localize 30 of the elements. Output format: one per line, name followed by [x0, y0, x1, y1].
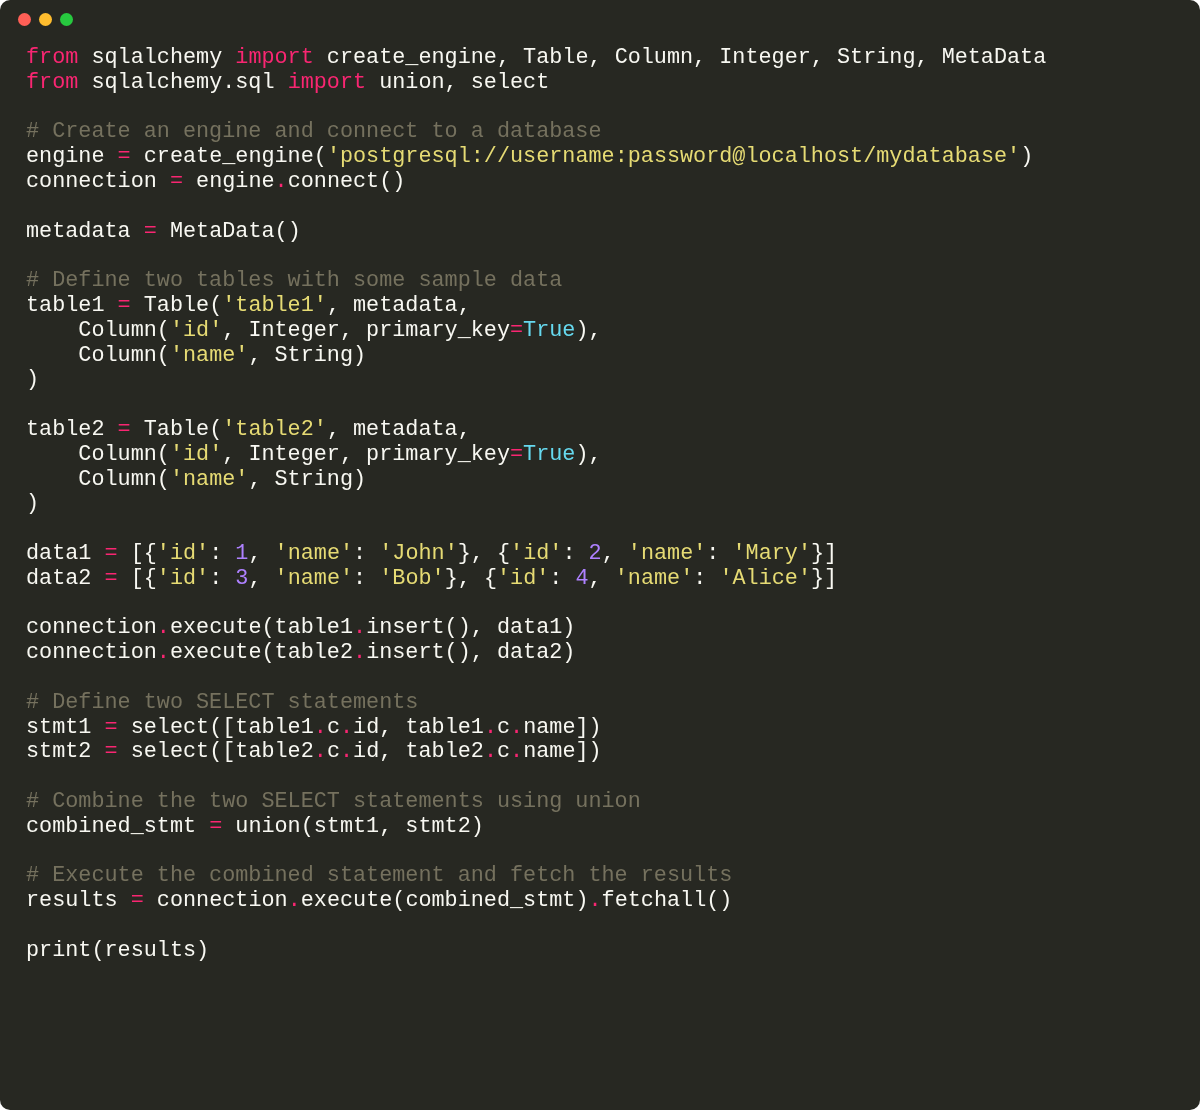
code-line: table1 = Table('table1', metadata,: [26, 293, 471, 319]
code-line: stmt1 = select([table1.c.id, table1.c.name]): [26, 715, 602, 741]
code-comment: # Define two tables with some sample data: [26, 269, 563, 294]
code-line: ): [26, 492, 40, 518]
code-line: connection.execute(table1.insert(), data1): [26, 616, 576, 642]
code-line: data1 = [{'id': 1, 'name': 'John'}, {'id': 2, 'name': 'Mary'}]: [26, 541, 838, 567]
minimize-button[interactable]: [39, 13, 52, 26]
code-line: Column('name', String): [77, 467, 367, 493]
close-button[interactable]: [18, 13, 31, 26]
code-line: connection = engine.connect(): [26, 170, 406, 195]
code-line: metadata = MetaData(): [26, 219, 301, 245]
code-comment: # Define two SELECT statements: [26, 690, 419, 716]
code-line: from sqlalchemy.sql import union, select: [26, 70, 550, 96]
code-line: combined_stmt = union(stmt1, stmt2): [26, 814, 484, 840]
code-comment: # Create an engine and connect to a database: [26, 120, 602, 146]
code-line: ): [26, 368, 40, 394]
maximize-button[interactable]: [60, 13, 73, 26]
code-line: Column('id', Integer, primary_key=True),: [77, 442, 602, 468]
code-line: stmt2 = select([table2.c.id, table2.c.name]): [26, 740, 602, 766]
code-line: Column('id', Integer, primary_key=True),: [77, 318, 602, 344]
code-comment: # Combine the two SELECT statements using union: [26, 789, 641, 815]
code-line: from sqlalchemy import create_engine, Table, Column, Integer, String, MetaData: [26, 46, 1047, 71]
code-line: results = connection.execute(combined_stmt).fetchall(): [26, 889, 733, 914]
code-line: connection.execute(table2.insert(), data2): [26, 641, 576, 666]
code-comment: # Execute the combined statement and fetch the results: [26, 864, 733, 890]
code-line: data2 = [{'id': 3, 'name': 'Bob'}, {'id': 4, 'name': 'Alice'}]: [26, 566, 838, 592]
code-line: print(results): [26, 938, 210, 964]
code-line: engine = create_engine('postgresql://username:password@localhost/mydatabase'): [26, 145, 1034, 170]
code-line: Column('name', String): [77, 343, 367, 369]
code-line: table2 = Table('table2', metadata,: [26, 417, 471, 443]
